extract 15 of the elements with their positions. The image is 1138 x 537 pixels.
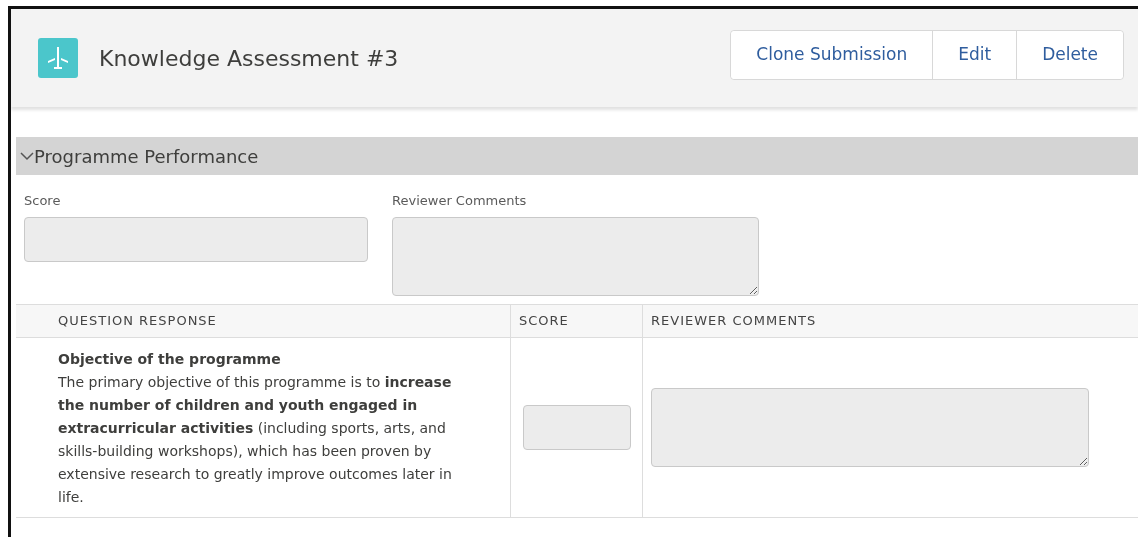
- response-text: The primary objective of this programme is to increase the number of children and youth engaged in extracurricular activities (including sports, arts, and skills-building workshops), which has been proven by extensive research to greatly improve outcomes later in life.: [58, 372, 453, 507]
- section-header[interactable]: Programme Performance: [16, 137, 1138, 175]
- action-button[interactable]: Delete: [1016, 31, 1123, 79]
- column-header: REVIEWER COMMENTS: [651, 311, 817, 330]
- comments-field[interactable]: [392, 216, 759, 296]
- field-label: Reviewer Comments: [392, 192, 528, 210]
- column-header: SCORE: [519, 311, 569, 330]
- comments-field[interactable]: [651, 387, 1089, 467]
- question-title: Objective of the programme: [58, 349, 282, 369]
- app-icon: [38, 38, 78, 78]
- score-field[interactable]: [522, 404, 631, 450]
- column-header: QUESTION RESPONSE: [57, 311, 217, 330]
- score-field[interactable]: [24, 216, 368, 262]
- record-title: Knowledge Assessment #3: [99, 44, 399, 73]
- field-label: Score: [24, 192, 62, 210]
